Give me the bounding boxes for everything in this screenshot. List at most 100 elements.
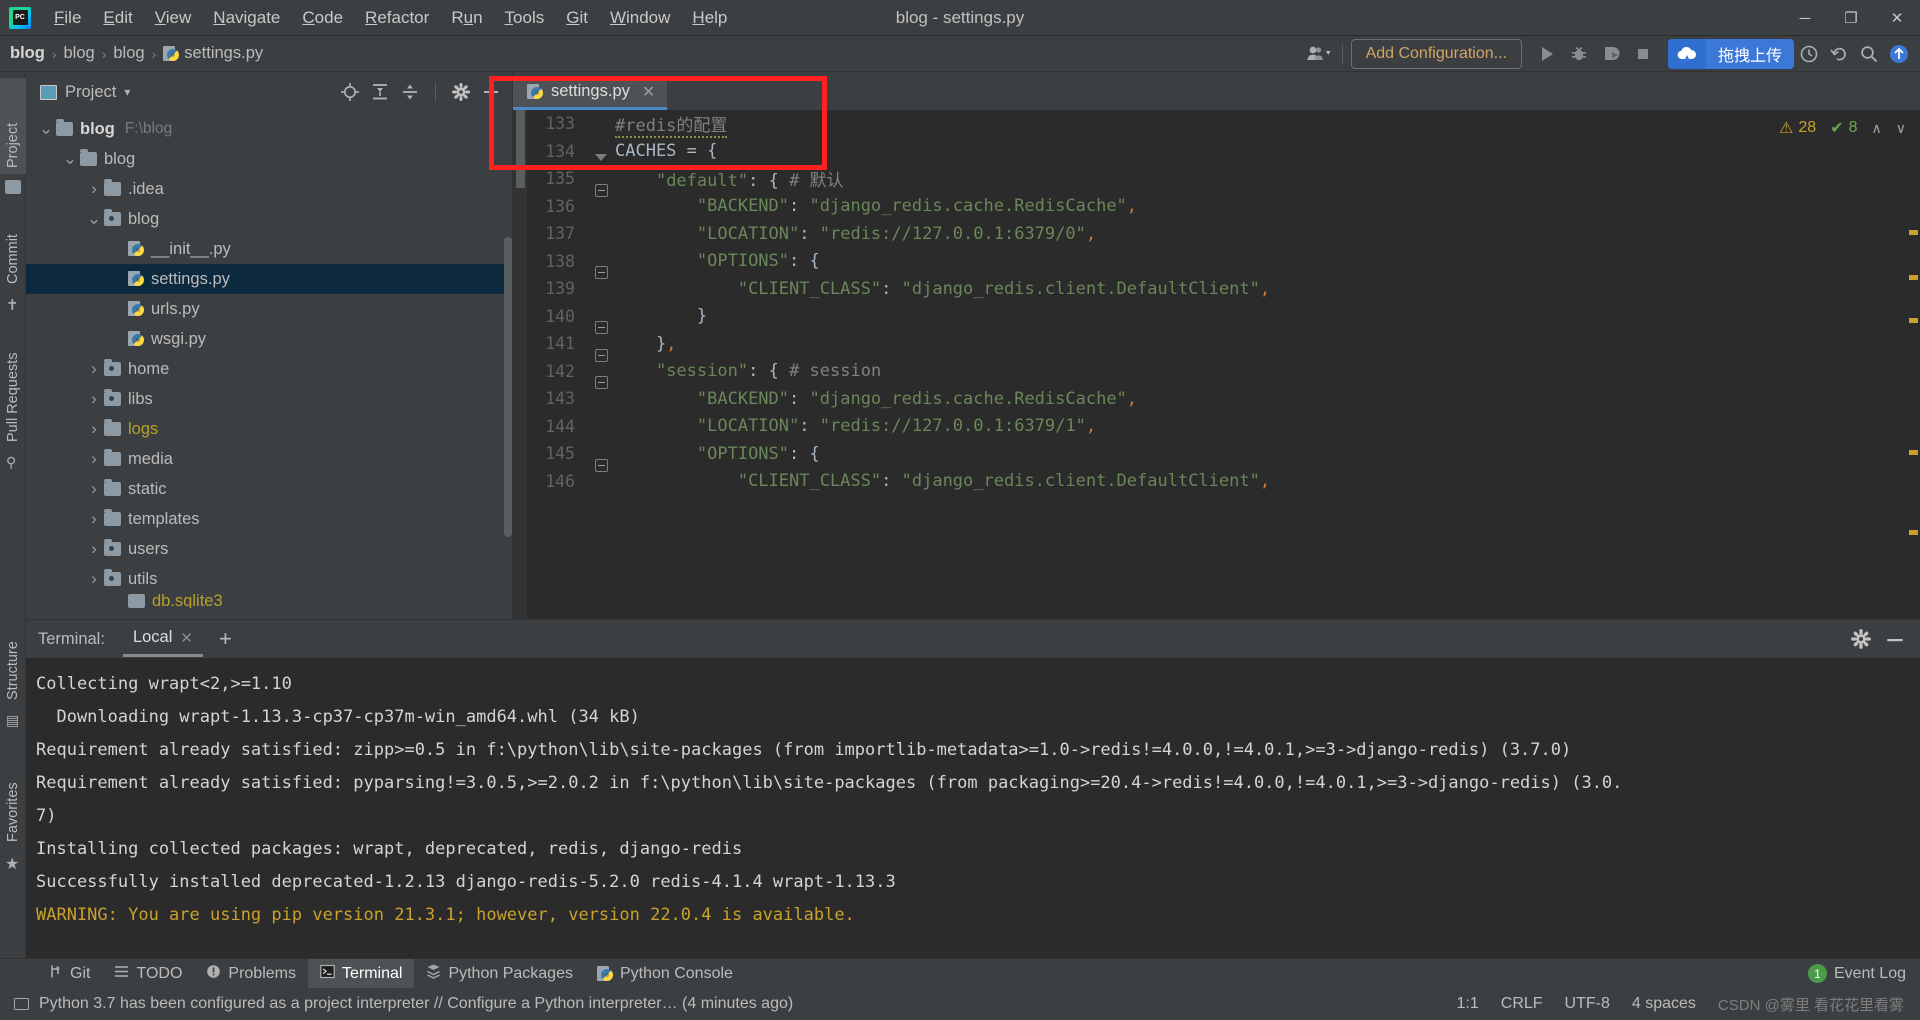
- chevron-down-icon[interactable]: ▾: [124, 85, 130, 99]
- code-editor[interactable]: 133 #redis的配置 134 CACHES = {135 "default": …: [513, 110, 1920, 619]
- tree-expand-arrow[interactable]: ⌄: [84, 210, 104, 227]
- tab-settings-py[interactable]: settings.py ✕: [513, 76, 668, 110]
- collapse-all-icon[interactable]: [397, 79, 423, 105]
- menu-help[interactable]: Help: [681, 3, 738, 33]
- tree-expand-arrow[interactable]: ›: [84, 539, 104, 559]
- code-line[interactable]: 133 #redis的配置: [513, 110, 1920, 139]
- tree-expand-arrow[interactable]: ›: [84, 509, 104, 529]
- tree-node-settings-py[interactable]: settings.py: [26, 264, 512, 294]
- new-terminal-tab-button[interactable]: +: [219, 626, 232, 652]
- notifications-icon[interactable]: [1884, 39, 1914, 69]
- tab-problems[interactable]: Problems: [194, 959, 308, 989]
- tree-expand-arrow[interactable]: ⌄: [36, 120, 56, 137]
- maximize-button[interactable]: ❐: [1828, 0, 1874, 36]
- stop-icon[interactable]: [1628, 39, 1658, 69]
- code-line[interactable]: 139 "CLIENT_CLASS": "django_redis.client…: [513, 275, 1920, 303]
- indent-setting[interactable]: 4 spaces: [1632, 995, 1696, 1013]
- code-line[interactable]: 146 "CLIENT_CLASS": "django_redis.client…: [513, 468, 1920, 496]
- tab-python-console[interactable]: Python Console: [585, 959, 745, 989]
- next-problem-icon[interactable]: ∨: [1896, 120, 1906, 137]
- menu-view[interactable]: View: [144, 3, 203, 33]
- project-panel-title[interactable]: Project ▾: [40, 83, 130, 102]
- tree-expand-arrow[interactable]: ›: [84, 449, 104, 469]
- tree-node-libs[interactable]: › libs: [26, 384, 512, 414]
- breadcrumb-item-1[interactable]: blog: [64, 44, 95, 63]
- menu-window[interactable]: Window: [599, 3, 681, 33]
- menu-tools[interactable]: Tools: [494, 3, 556, 33]
- sidebar-item-favorites[interactable]: Favorites: [0, 744, 26, 848]
- close-icon[interactable]: ✕: [642, 82, 655, 102]
- close-button[interactable]: ✕: [1874, 0, 1920, 36]
- run-icon[interactable]: [1532, 39, 1562, 69]
- close-icon[interactable]: ✕: [180, 629, 193, 647]
- code-line[interactable]: 144 "LOCATION": "redis://127.0.0.1:6379/…: [513, 413, 1920, 441]
- code-line[interactable]: 141 },: [513, 330, 1920, 362]
- tree-expand-arrow[interactable]: ›: [84, 389, 104, 409]
- check-count[interactable]: ✔ 8: [1830, 118, 1857, 138]
- gear-icon[interactable]: [1848, 626, 1874, 652]
- sidebar-item-pull-requests[interactable]: Pull Requests: [0, 320, 26, 448]
- terminal-output[interactable]: Collecting wrapt<2,>=1.10 Downloading wr…: [26, 658, 1920, 958]
- tree-node-urls-py[interactable]: urls.py: [26, 294, 512, 324]
- breadcrumb-item-3[interactable]: settings.py: [163, 44, 263, 63]
- file-encoding[interactable]: UTF-8: [1565, 995, 1610, 1013]
- tree-expand-arrow[interactable]: ›: [84, 179, 104, 199]
- tree-node-templates[interactable]: › templates: [26, 504, 512, 534]
- editor-error-stripe[interactable]: [1907, 110, 1920, 619]
- tree-expand-arrow[interactable]: ›: [84, 479, 104, 499]
- tree-node-wsgi-py[interactable]: wsgi.py: [26, 324, 512, 354]
- code-line[interactable]: 138 "OPTIONS": {: [513, 248, 1920, 280]
- tree-node-static[interactable]: › static: [26, 474, 512, 504]
- menu-code[interactable]: Code: [291, 3, 354, 33]
- menu-refactor[interactable]: Refactor: [354, 3, 440, 33]
- tree-node-media[interactable]: › media: [26, 444, 512, 474]
- code-line[interactable]: 134 CACHES = {: [513, 138, 1920, 166]
- debug-icon[interactable]: [1564, 39, 1594, 69]
- tree-expand-arrow[interactable]: ›: [84, 419, 104, 439]
- tree-node-utils[interactable]: › utils: [26, 564, 512, 594]
- code-line[interactable]: 145 "OPTIONS": {: [513, 440, 1920, 472]
- search-icon[interactable]: [1854, 39, 1884, 69]
- code-line[interactable]: 137 "LOCATION": "redis://127.0.0.1:6379/…: [513, 220, 1920, 248]
- menu-navigate[interactable]: Navigate: [202, 3, 291, 33]
- terminal-tab-local[interactable]: Local ✕: [122, 621, 203, 657]
- code-line[interactable]: 142 "session": { # session: [513, 358, 1920, 390]
- gear-icon[interactable]: [448, 79, 474, 105]
- breadcrumb-item-2[interactable]: blog: [113, 44, 144, 63]
- code-line[interactable]: 136 "BACKEND": "django_redis.cache.Redis…: [513, 193, 1920, 221]
- tree-expand-arrow[interactable]: ›: [84, 569, 104, 589]
- line-separator[interactable]: CRLF: [1501, 995, 1543, 1013]
- warning-count[interactable]: ⚠ 28: [1779, 118, 1816, 138]
- tab-terminal[interactable]: Terminal: [307, 958, 415, 989]
- status-message[interactable]: Python 3.7 has been configured as a proj…: [39, 995, 793, 1013]
- event-log-button[interactable]: 1 Event Log: [1807, 964, 1906, 983]
- expand-all-icon[interactable]: [367, 79, 393, 105]
- sidebar-item-project[interactable]: Project: [0, 78, 26, 174]
- caret-position[interactable]: 1:1: [1457, 995, 1479, 1013]
- tree-node-logs[interactable]: › logs: [26, 414, 512, 444]
- tree-node---init---py[interactable]: __init__.py: [26, 234, 512, 264]
- tree-node-users[interactable]: › users: [26, 534, 512, 564]
- user-accounts-icon[interactable]: [1304, 39, 1334, 69]
- tree-node-db-sqlite3[interactable]: db.sqlite3: [26, 594, 512, 608]
- tree-expand-arrow[interactable]: ⌄: [60, 150, 80, 167]
- tab-python-packages[interactable]: Python Packages: [414, 959, 585, 989]
- add-configuration-button[interactable]: Add Configuration...: [1350, 38, 1522, 69]
- locate-icon[interactable]: [337, 79, 363, 105]
- tree-node-home[interactable]: › home: [26, 354, 512, 384]
- updates-icon[interactable]: [1794, 39, 1824, 69]
- upload-plugin-button[interactable]: 拖拽上传: [1667, 38, 1794, 69]
- sidebar-item-commit[interactable]: Commit: [0, 204, 26, 290]
- tab-todo[interactable]: TODO: [102, 959, 194, 989]
- project-scrollbar[interactable]: [504, 237, 512, 537]
- tab-git[interactable]: Git: [36, 959, 102, 989]
- run-with-coverage-icon[interactable]: [1596, 39, 1626, 69]
- code-line[interactable]: 143 "BACKEND": "django_redis.cache.Redis…: [513, 385, 1920, 413]
- previous-problem-icon[interactable]: ∧: [1872, 120, 1882, 137]
- tree-node--idea[interactable]: › .idea: [26, 174, 512, 204]
- menu-git[interactable]: Git: [555, 3, 599, 33]
- tree-node-blog[interactable]: ⌄ blog: [26, 204, 512, 234]
- hide-panel-icon[interactable]: [478, 79, 504, 105]
- tree-node-blog[interactable]: ⌄ blog F:\blog: [26, 114, 512, 144]
- tree-node-blog[interactable]: ⌄ blog: [26, 144, 512, 174]
